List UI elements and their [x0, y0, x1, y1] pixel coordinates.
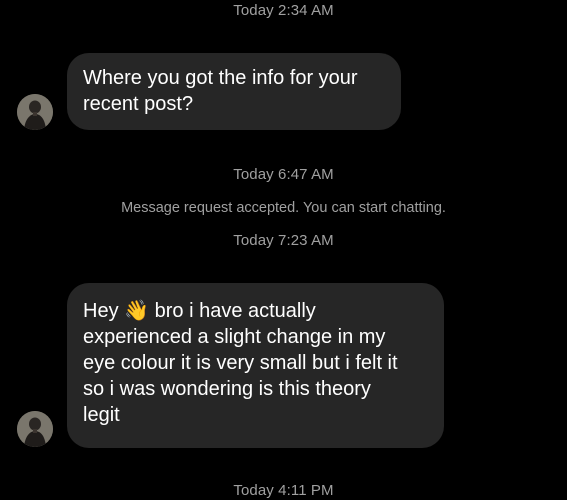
timestamp-third: Today 7:23 AM [233, 232, 334, 249]
message-line: legit [83, 404, 120, 426]
avatar-photo-icon [17, 411, 53, 447]
timestamp-bottom: Today 4:11 PM [233, 482, 334, 499]
message-bubble-1[interactable]: Where you got the info for your recent p… [67, 53, 401, 130]
timestamp-top: Today 2:34 AM [233, 2, 334, 19]
message-line: Where you got the info for your [83, 67, 358, 89]
message-line: eye colour it is very small but i felt i… [83, 352, 398, 374]
message-line: Hey 👋 bro i have actually [83, 298, 428, 324]
system-note-accepted: Message request accepted. You can start … [121, 200, 446, 216]
message-line: so i was wondering is this theory [83, 378, 371, 400]
message-text: bro i have actually [154, 300, 316, 322]
timestamp-second: Today 6:47 AM [233, 166, 334, 183]
message-bubble-2[interactable]: Hey 👋 bro i have actually experienced a … [67, 283, 444, 448]
message-line: recent post? [83, 93, 194, 115]
avatar[interactable] [17, 94, 53, 130]
message-line: experienced a slight change in my [83, 326, 386, 348]
avatar-photo-icon [17, 94, 53, 130]
message-word-hey: Hey [83, 300, 119, 322]
waving-hand-icon: 👋 [124, 300, 150, 322]
avatar[interactable] [17, 411, 53, 447]
